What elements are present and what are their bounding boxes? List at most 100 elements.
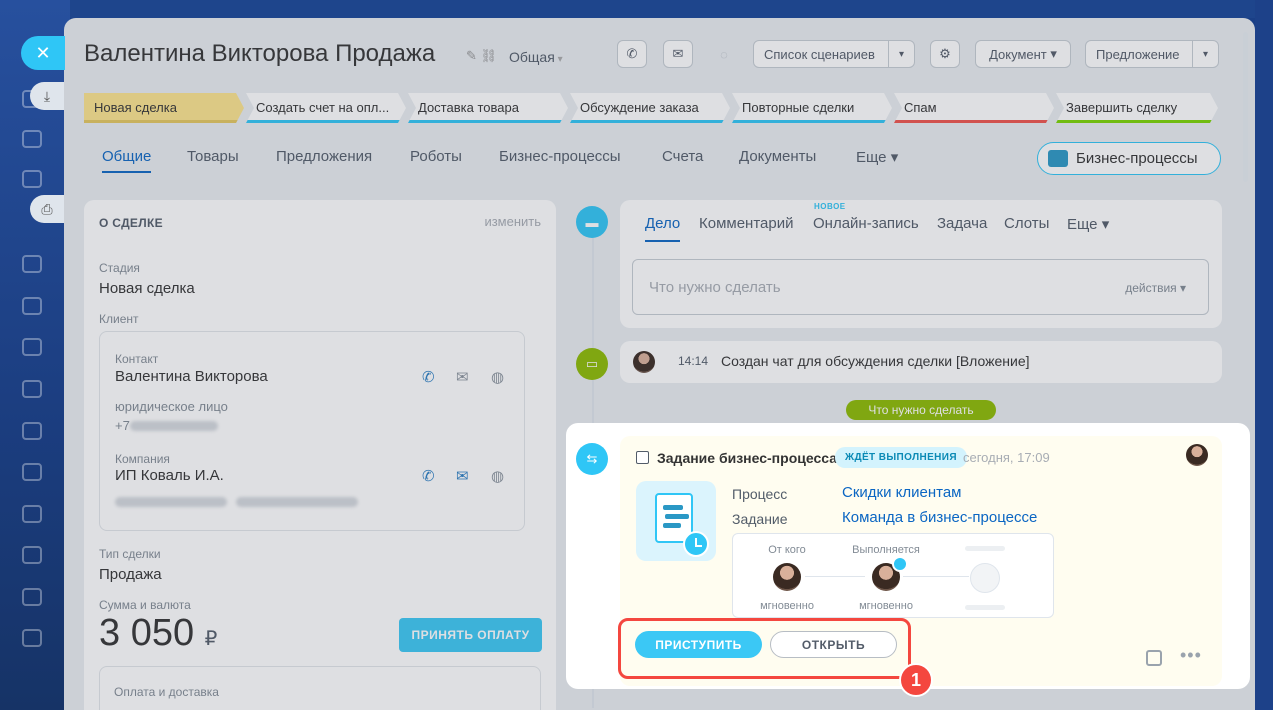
phone-blurred (130, 421, 218, 431)
company-label: Компания (115, 452, 170, 466)
stage-item[interactable]: Повторные сделки (732, 93, 892, 123)
sign-icon[interactable] (22, 505, 42, 523)
contact-name[interactable]: Валентина Викторова (115, 368, 268, 385)
mail-icon[interactable] (22, 422, 42, 440)
tab-deal[interactable]: Дело (645, 215, 681, 242)
contact-phone-prefix: +7 (115, 418, 130, 433)
process-label: Процесс (732, 486, 788, 502)
tab-more-label: Еще (1067, 216, 1098, 233)
chat-created-item[interactable]: 14:14 Создан чат для обсуждения сделки [… (620, 341, 1222, 383)
app-top-bar (0, 0, 1273, 18)
company-name[interactable]: ИП Коваль И.А. (115, 467, 224, 484)
tab-bizproc[interactable]: Бизнес-процессы (499, 148, 621, 165)
accept-payment-button[interactable]: ПРИНЯТЬ ОПЛАТУ (399, 618, 542, 652)
step-marker: 1 (899, 663, 933, 697)
offer-button[interactable]: Предложение ▾ (1085, 40, 1219, 68)
chevron-down-icon[interactable]: ▾ (1192, 41, 1218, 67)
bizproc-button-label: Бизнес-процессы (1076, 150, 1198, 167)
tab-invoices[interactable]: Счета (662, 148, 703, 165)
chat-icon[interactable]: ◍ (491, 467, 504, 485)
close-slider-button[interactable]: ✕ (21, 36, 65, 70)
checkbox-icon[interactable] (22, 130, 42, 148)
stage-item[interactable]: Спам (894, 93, 1054, 123)
activity-editor: Дело Комментарий НОВОЕ Онлайн-запись Зад… (620, 200, 1222, 328)
tab-robots[interactable]: Роботы (410, 148, 462, 165)
phone-icon[interactable]: ✆ (422, 368, 435, 386)
chat-icon[interactable]: ◌ (709, 40, 739, 68)
empty-avatar-icon (970, 563, 1000, 593)
phone-icon[interactable]: ✆ (422, 467, 435, 485)
tab-more[interactable]: Еще ▾ (856, 148, 898, 166)
chat-time: 14:14 (678, 354, 709, 368)
chat-icon[interactable]: ◍ (491, 368, 504, 386)
task-link[interactable]: Команда в бизнес-процессе (842, 509, 1037, 526)
todo-placeholder: Что нужно сделать (649, 279, 781, 296)
deal-type-label: Тип сделки (99, 547, 161, 561)
placeholder-bar (965, 605, 1005, 610)
exec-label: Выполняется (852, 544, 920, 556)
task-time: сегодня, 17:09 (963, 450, 1050, 465)
card-icon[interactable] (22, 380, 42, 398)
bizproc-task-card: Задание бизнес-процесса ЖДЁТ ВЫПОЛНЕНИЯ … (618, 436, 1222, 697)
sum-amount: 3 050 (99, 612, 195, 654)
bizproc-icon (1048, 150, 1068, 167)
calendar-icon[interactable] (22, 297, 42, 315)
gear-icon[interactable]: ⚙ (930, 40, 960, 68)
tab-offers[interactable]: Предложения (276, 148, 372, 165)
document-icon[interactable] (22, 338, 42, 356)
document-label: Документ (989, 46, 1047, 62)
tab-online-booking[interactable]: Онлайн-запись (813, 215, 919, 232)
deal-type-value[interactable]: Продажа (99, 566, 162, 583)
task-checkbox[interactable] (636, 451, 649, 464)
chat-icon[interactable] (22, 255, 42, 273)
actions-dropdown[interactable]: действия ▾ (1125, 281, 1186, 295)
scenarios-button[interactable]: Список сценариев ▾ (753, 40, 915, 68)
tab-slots[interactable]: Слоты (1004, 215, 1049, 232)
placeholder-bar (965, 546, 1005, 551)
tab-products[interactable]: Товары (187, 148, 239, 165)
document-button[interactable]: Документ ▾ (975, 40, 1071, 68)
crm-icon[interactable] (22, 170, 42, 188)
tab-comment[interactable]: Комментарий (699, 215, 793, 232)
sum-value[interactable]: 3 050 ₽ (99, 612, 217, 655)
mail-icon[interactable]: ✉ (456, 467, 469, 485)
edit-link[interactable]: изменить (484, 214, 541, 229)
edit-title-icon[interactable]: ✎ ⛓ (466, 48, 497, 64)
phone-icon[interactable]: ✆ (617, 40, 647, 68)
tab-general[interactable]: Общие (102, 148, 152, 173)
stage-item[interactable]: Доставка товара (408, 93, 568, 123)
minimize-icon[interactable]: ⤓ (30, 82, 64, 110)
bizproc-button[interactable]: Бизнес-процессы (1037, 142, 1221, 175)
task-flow: От кого Выполняется мгновенно мгновенно (732, 533, 1054, 618)
print-icon[interactable]: ⎙ (30, 195, 64, 223)
stage-label: Стадия (99, 261, 140, 275)
settings-icon[interactable] (22, 629, 42, 647)
note-icon[interactable] (1146, 650, 1162, 666)
more-icon[interactable]: ••• (1180, 645, 1202, 666)
chevron-down-icon[interactable]: ▾ (888, 41, 914, 67)
stage-item[interactable]: Обсуждение заказа (570, 93, 730, 123)
tab-task[interactable]: Задача (937, 215, 987, 232)
scenarios-label: Список сценариев (764, 46, 875, 62)
open-button[interactable]: ОТКРЫТЬ (770, 631, 897, 658)
process-link[interactable]: Скидки клиентам (842, 484, 961, 501)
stage-value[interactable]: Новая сделка (99, 280, 195, 297)
people-icon[interactable] (22, 463, 42, 481)
mail-icon[interactable]: ✉ (456, 368, 469, 386)
todo-input[interactable]: Что нужно сделать действия ▾ (632, 259, 1209, 315)
mail-icon[interactable]: ✉ (663, 40, 693, 68)
new-badge: НОВОЕ (814, 202, 846, 211)
cart-icon[interactable] (22, 588, 42, 606)
payment-label: Оплата и доставка (114, 685, 219, 699)
start-button[interactable]: ПРИСТУПИТЬ (635, 631, 762, 658)
tab-more[interactable]: Еще ▾ (1067, 215, 1109, 233)
stage-item[interactable]: Завершить сделку (1056, 93, 1218, 123)
tab-documents[interactable]: Документы (739, 148, 816, 165)
category-select[interactable]: Общая (509, 49, 563, 65)
stage-item[interactable]: Новая сделка (84, 93, 244, 123)
contact-label: Контакт (115, 352, 159, 366)
from-label: От кого (768, 544, 806, 556)
stage-item[interactable]: Создать счет на опл... (246, 93, 406, 123)
filter-icon[interactable] (22, 546, 42, 564)
scrollbar[interactable] (1243, 32, 1248, 182)
